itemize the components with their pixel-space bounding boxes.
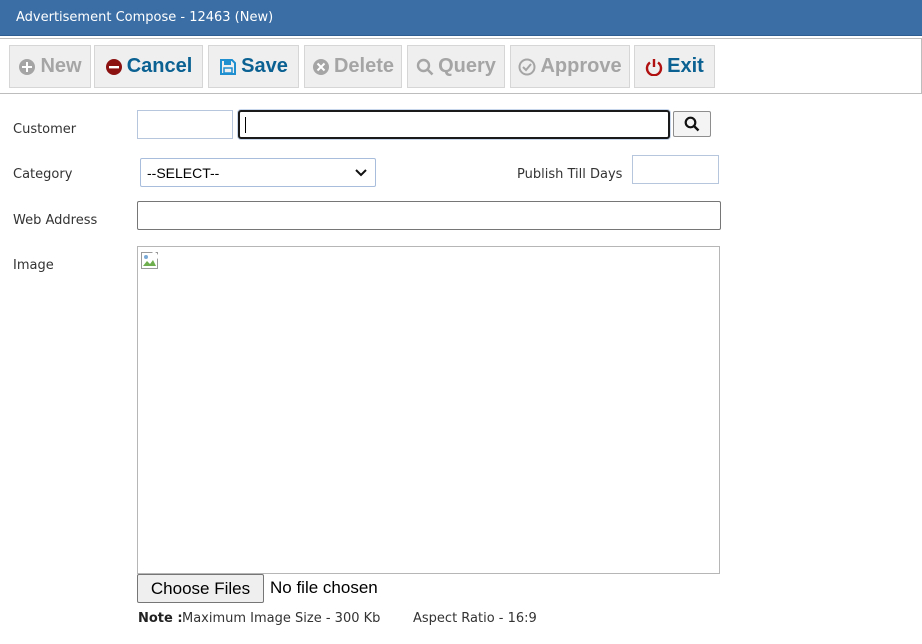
category-selected-value: --SELECT-- — [147, 165, 220, 181]
category-select[interactable]: --SELECT-- — [140, 158, 376, 187]
web-address-label: Web Address — [13, 213, 98, 228]
choose-files-button[interactable]: Choose Files — [137, 574, 264, 603]
window-title: Advertisement Compose - 12463 (New) — [16, 10, 274, 25]
approve-button[interactable]: Approve — [510, 45, 630, 88]
query-label: Query — [438, 55, 496, 77]
cancel-label: Cancel — [126, 55, 193, 77]
customer-label: Customer — [13, 122, 77, 137]
customer-lookup-button[interactable] — [673, 111, 711, 137]
search-icon — [416, 58, 434, 76]
toolbar: New Cancel Save Delete Query Approve Exi… — [0, 38, 922, 94]
broken-image-icon — [141, 252, 161, 270]
power-icon — [645, 58, 663, 76]
x-circle-icon — [312, 58, 330, 76]
cancel-button[interactable]: Cancel — [94, 45, 203, 88]
floppy-disk-icon — [219, 58, 237, 76]
text-cursor — [245, 117, 246, 133]
delete-label: Delete — [333, 55, 395, 77]
new-label: New — [40, 55, 82, 77]
check-circle-icon — [518, 58, 536, 76]
no-file-chosen-text: No file chosen — [270, 578, 378, 597]
approve-label: Approve — [540, 55, 622, 77]
title-bar: Advertisement Compose - 12463 (New) — [0, 0, 922, 36]
query-button[interactable]: Query — [407, 45, 505, 88]
web-address-input[interactable] — [137, 201, 721, 230]
chevron-down-icon — [355, 168, 367, 178]
customer-name-input[interactable] — [238, 110, 670, 139]
aspect-ratio-text: Aspect Ratio - 16:9 — [413, 611, 537, 626]
exit-label: Exit — [667, 55, 704, 77]
image-preview — [137, 246, 720, 574]
delete-button[interactable]: Delete — [304, 45, 402, 88]
note-text: Maximum Image Size - 300 Kb — [182, 611, 381, 626]
image-label: Image — [13, 258, 54, 273]
publish-till-days-input[interactable] — [632, 155, 719, 184]
new-button[interactable]: New — [9, 45, 91, 88]
category-label: Category — [13, 167, 73, 182]
exit-button[interactable]: Exit — [634, 45, 715, 88]
save-button[interactable]: Save — [208, 45, 299, 88]
publish-till-days-label: Publish Till Days — [517, 167, 623, 182]
save-label: Save — [241, 55, 288, 77]
note-label: Note : — [138, 611, 183, 626]
plus-circle-icon — [18, 58, 36, 76]
search-icon — [684, 116, 700, 132]
minus-circle-icon — [105, 58, 123, 76]
customer-code-input[interactable] — [137, 110, 233, 139]
